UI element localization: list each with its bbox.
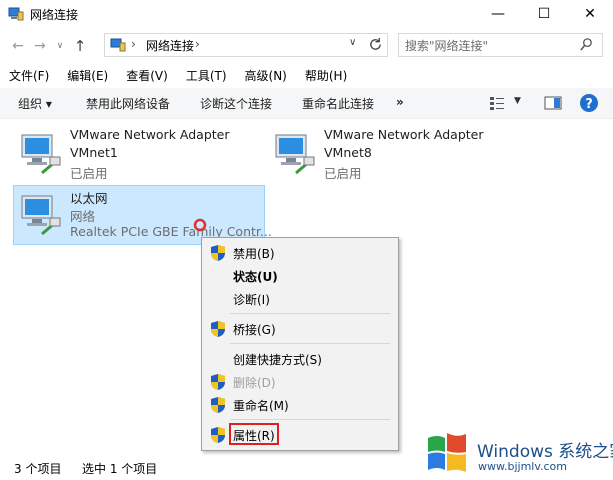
- adapter-status: 已启用: [324, 166, 362, 181]
- uac-shield-icon: [211, 374, 225, 390]
- recent-dropdown-button[interactable]: ∨: [50, 36, 70, 56]
- adapter-name: VMware Network Adapter: [70, 127, 230, 142]
- menu-help[interactable]: 帮助(H): [296, 64, 356, 86]
- disable-device-button[interactable]: 禁用此网络设备: [86, 95, 170, 112]
- adapter-name: 以太网: [70, 191, 108, 206]
- menu-view[interactable]: 查看(V): [117, 64, 177, 86]
- search-icon[interactable]: [579, 37, 594, 52]
- ctx-create-shortcut[interactable]: 创建快捷方式(S): [202, 348, 398, 370]
- ctx-bridge-label: 桥接(G): [233, 323, 276, 337]
- ctx-disable-label: 禁用(B): [233, 247, 275, 261]
- breadcrumb-separator[interactable]: ›: [195, 37, 200, 51]
- adapter-name: VMware Network Adapter: [324, 127, 484, 142]
- svg-text:?: ?: [585, 97, 593, 112]
- more-commands-button[interactable]: »: [396, 95, 404, 109]
- ctx-rename-label: 重命名(M): [233, 399, 289, 413]
- network-adapter-icon: [21, 195, 61, 236]
- window-title: 网络连接: [30, 8, 79, 22]
- ctx-status-label: 状态(U): [233, 270, 278, 284]
- ctx-status[interactable]: 状态(U): [202, 265, 398, 287]
- menu-separator: [230, 419, 390, 420]
- maximize-button[interactable]: ☐: [521, 0, 567, 28]
- title-bar: 网络连接 — ☐ ✕: [0, 0, 613, 28]
- address-dropdown-icon[interactable]: ∨: [349, 37, 356, 48]
- minimize-button[interactable]: —: [475, 0, 521, 28]
- ctx-bridge[interactable]: 桥接(G): [202, 318, 398, 340]
- up-button[interactable]: ↑: [70, 36, 90, 56]
- network-adapter-icon: [21, 134, 61, 175]
- refresh-icon[interactable]: [368, 37, 383, 52]
- breadcrumb-separator[interactable]: ›: [131, 37, 136, 51]
- back-button[interactable]: ←: [8, 36, 28, 56]
- preview-pane-icon[interactable]: [544, 95, 562, 111]
- adapter-subname: VMnet1: [70, 145, 118, 160]
- view-options-icon[interactable]: [489, 95, 505, 111]
- ctx-diagnose[interactable]: 诊断(I): [202, 288, 398, 310]
- watermark-url: www.bjjmlv.com: [478, 460, 567, 473]
- adapter-item-ethernet[interactable]: 以太网 网络 Realtek PCIe GBE Family Contr...: [13, 185, 272, 245]
- uac-shield-icon: [211, 321, 225, 337]
- menu-separator: [230, 313, 390, 314]
- search-placeholder: 搜索"网络连接": [405, 39, 489, 53]
- adapter-status: 已启用: [70, 166, 108, 181]
- context-menu: 禁用(B) 状态(U) 诊断(I) 桥接(G) 创建快捷方式(S) 删除(D) …: [201, 237, 399, 451]
- adapter-item-vmnet8[interactable]: VMware Network Adapter VMnet8 已启用: [268, 125, 518, 185]
- forward-button[interactable]: →: [30, 36, 50, 56]
- adapter-item-vmnet1[interactable]: VMware Network Adapter VMnet1 已启用: [14, 125, 264, 185]
- rename-button[interactable]: 重命名此连接: [302, 95, 374, 112]
- network-connections-icon: [110, 38, 126, 52]
- adapter-subname: VMnet8: [324, 145, 372, 160]
- address-bar[interactable]: › 网络连接 › ∨: [104, 33, 388, 57]
- search-box[interactable]: 搜索"网络连接": [398, 33, 603, 57]
- menu-advanced[interactable]: 高级(N): [236, 64, 296, 86]
- breadcrumb-item[interactable]: 网络连接: [146, 37, 194, 54]
- item-count: 3 个项目: [14, 462, 62, 476]
- view-dropdown-icon[interactable]: ▼: [514, 96, 521, 106]
- ctx-disable[interactable]: 禁用(B): [202, 242, 398, 264]
- network-connections-icon: [8, 7, 24, 21]
- network-adapter-icon: [275, 134, 315, 175]
- command-bar: 组织 ▾ 禁用此网络设备 诊断这个连接 重命名此连接 » ▼ ?: [0, 88, 613, 119]
- selection-count: 选中 1 个项目: [82, 462, 158, 476]
- uac-shield-icon: [211, 245, 225, 261]
- ctx-create-shortcut-label: 创建快捷方式(S): [233, 353, 322, 367]
- ctx-rename[interactable]: 重命名(M): [202, 394, 398, 416]
- close-button[interactable]: ✕: [567, 0, 613, 28]
- menu-file[interactable]: 文件(F): [0, 64, 58, 86]
- ctx-delete-label: 删除(D): [233, 376, 276, 390]
- menu-bar: 文件(F) 编辑(E) 查看(V) 工具(T) 高级(N) 帮助(H): [0, 64, 613, 86]
- menu-edit[interactable]: 编辑(E): [58, 64, 117, 86]
- menu-separator: [230, 343, 390, 344]
- help-icon[interactable]: ?: [579, 93, 599, 113]
- uac-shield-icon: [211, 427, 225, 443]
- organize-button[interactable]: 组织 ▾: [18, 95, 52, 112]
- cursor-marker-icon: [193, 218, 207, 232]
- diagnose-button[interactable]: 诊断这个连接: [200, 95, 272, 112]
- adapter-subname: 网络: [70, 209, 96, 224]
- windows-logo-icon: [428, 433, 466, 472]
- ctx-diagnose-label: 诊断(I): [233, 293, 270, 307]
- highlight-box: [229, 423, 279, 445]
- watermark-brand: Windows 系统之家: [477, 442, 613, 462]
- ctx-properties[interactable]: 属性(R): [202, 423, 398, 446]
- ctx-delete: 删除(D): [202, 371, 398, 393]
- menu-tools[interactable]: 工具(T): [177, 64, 236, 86]
- uac-shield-icon: [211, 397, 225, 413]
